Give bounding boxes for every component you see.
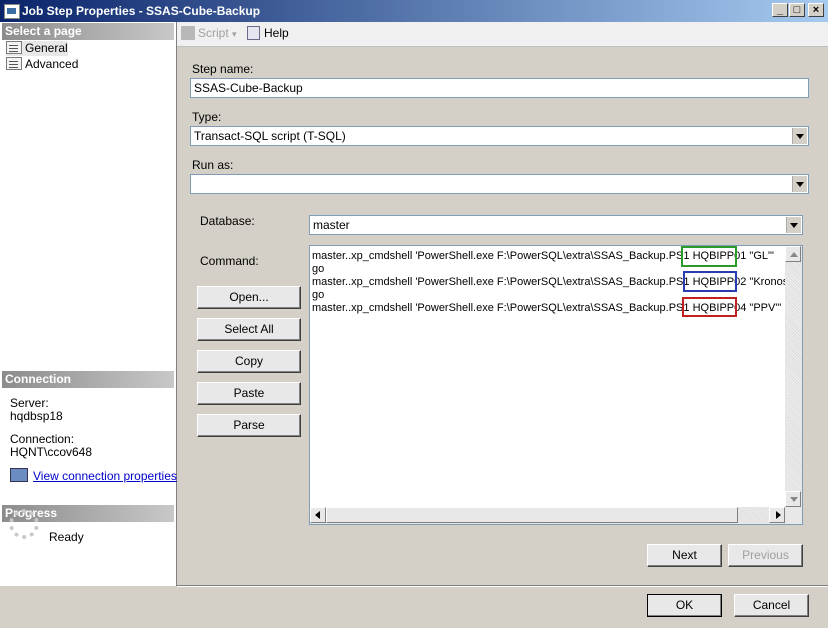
scroll-corner [785,507,802,524]
command-line: go [312,289,325,301]
parse-button[interactable]: Parse [197,414,301,437]
run-as-select[interactable] [190,174,809,194]
type-label: Type: [192,110,222,124]
scroll-left-button[interactable] [310,507,326,523]
progress-spinner-icon [9,509,39,539]
ok-button[interactable]: OK [647,594,722,617]
select-page-header: Select a page [2,23,174,40]
copy-button[interactable]: Copy [197,350,301,373]
app-icon [4,4,20,19]
window-title: Job Step Properties - SSAS-Cube-Backup [22,4,261,18]
type-value: Transact-SQL script (T-SQL) [194,129,346,143]
arrow-down-icon [790,497,798,502]
chevron-down-icon[interactable] [792,176,807,192]
horizontal-scroll-thumb[interactable] [326,507,738,523]
command-text: "PPV"' [746,302,782,314]
help-label: Help [264,26,289,40]
scroll-up-button[interactable] [785,246,801,262]
chevron-down-icon[interactable] [792,128,807,144]
command-line: go [312,263,325,275]
database-label: Database: [200,214,255,228]
arrow-right-icon [776,511,781,519]
step-name-label: Step name: [192,62,254,76]
page-item-label: General [25,41,68,55]
minimize-button[interactable]: _ [772,3,788,17]
highlight-box-red [682,297,737,317]
command-textarea[interactable]: master..xp_cmdshell 'PowerShell.exe F:\P… [309,245,803,525]
open-button[interactable]: Open... [197,286,301,309]
title-bar: Job Step Properties - SSAS-Cube-Backup _… [0,0,828,22]
progress-status: Ready [49,530,84,544]
vertical-scrollbar[interactable] [785,246,802,507]
scroll-down-button[interactable] [785,491,801,507]
script-button[interactable]: Script ▾ [181,26,237,42]
command-text: master..xp_cmdshell 'PowerShell.exe F:\P… [312,276,693,288]
toolbar: Script ▾ Help [177,22,828,47]
chevron-down-icon[interactable] [786,217,801,233]
help-button[interactable]: Help [247,26,289,42]
page-icon [6,57,22,70]
view-connection-row: View connection properties [10,468,177,483]
script-label: Script [198,26,229,40]
command-text: master..xp_cmdshell 'PowerShell.exe F:\P… [312,302,693,314]
horizontal-scrollbar[interactable] [310,507,785,524]
scroll-right-button[interactable] [769,507,785,523]
cancel-button[interactable]: Cancel [734,594,809,617]
database-select[interactable]: master [309,215,803,235]
highlight-box-green [681,246,737,267]
connection-header: Connection [2,371,174,388]
server-label: Server: [10,396,49,410]
left-panel: Select a page General Advanced Connectio… [0,22,177,586]
close-button[interactable]: × [808,3,824,17]
connection-label: Connection: [10,432,75,446]
previous-button[interactable]: Previous [728,544,803,567]
highlight-box-blue [683,271,737,292]
page-item-label: Advanced [25,57,79,71]
step-name-value: SSAS-Cube-Backup [194,81,303,95]
command-text: master..xp_cmdshell 'PowerShell.exe F:\P… [312,250,693,262]
view-connection-properties-link[interactable]: View connection properties [33,469,177,483]
connection-value: HQNT\ccov648 [10,445,93,459]
connection-properties-icon [10,468,28,482]
arrow-left-icon [315,511,320,519]
footer-divider [177,585,828,587]
maximize-button[interactable]: □ [789,3,805,17]
command-text: "GL"' [746,250,775,262]
chevron-down-icon: ▾ [232,29,237,39]
server-value: hqdbsp18 [10,409,63,423]
type-select[interactable]: Transact-SQL script (T-SQL) [190,126,809,146]
page-icon [6,41,22,54]
next-button[interactable]: Next [647,544,722,567]
help-icon [247,26,260,40]
arrow-up-icon [790,252,798,257]
step-name-input[interactable]: SSAS-Cube-Backup [190,78,809,98]
command-label: Command: [200,254,259,268]
select-all-button[interactable]: Select All [197,318,301,341]
page-item-general[interactable]: General [6,41,68,56]
page-item-advanced[interactable]: Advanced [6,57,78,72]
script-icon [181,26,195,40]
paste-button[interactable]: Paste [197,382,301,405]
database-value: master [313,218,350,232]
run-as-label: Run as: [192,158,234,172]
